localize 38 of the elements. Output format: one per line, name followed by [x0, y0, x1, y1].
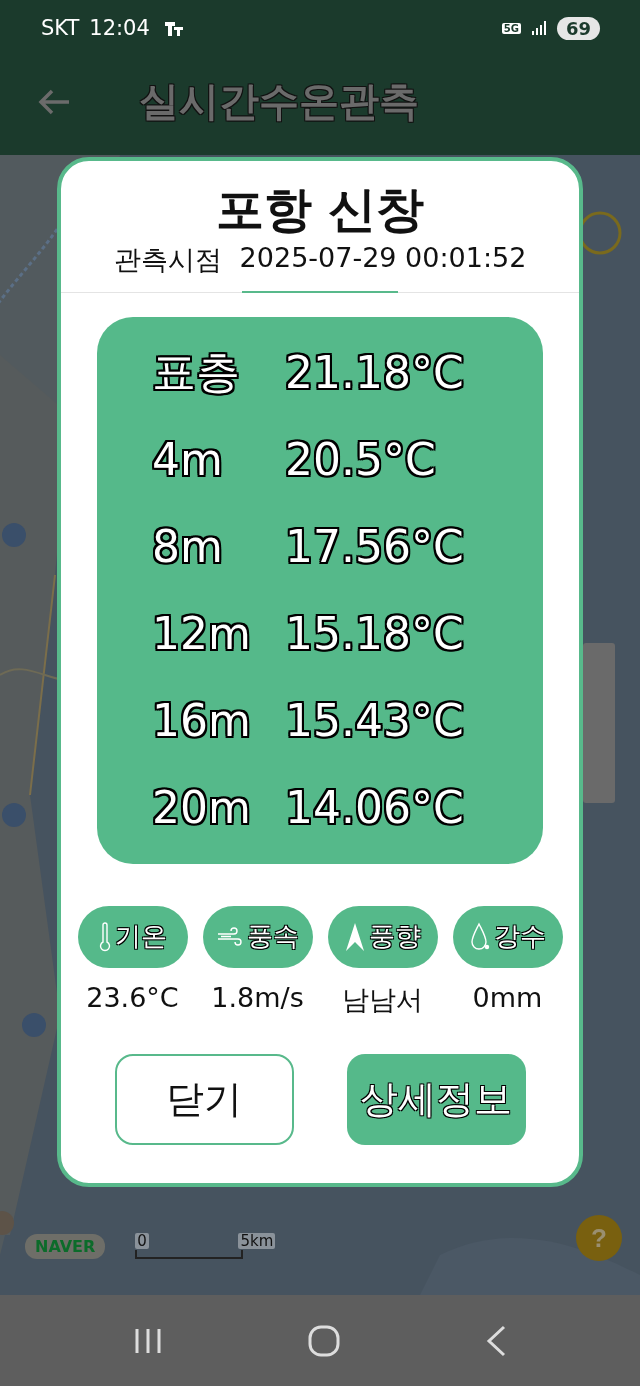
- depth-label: 16m: [151, 695, 252, 747]
- back-icon[interactable]: [485, 1324, 508, 1357]
- weather-value: 남남서: [342, 982, 423, 1017]
- page-title: 실시간수온관측: [139, 77, 419, 126]
- temperature-value: 21.18°C: [285, 347, 464, 399]
- temperature-value: 15.43°C: [285, 695, 464, 747]
- signal-icon: [530, 20, 547, 36]
- weather-value: 23.6°C: [86, 981, 179, 1013]
- weather-label: 풍속: [246, 920, 299, 954]
- depth-label: 20m: [151, 782, 252, 834]
- depth-label: 4m: [151, 434, 224, 486]
- weather-value: 1.8m/s: [211, 981, 304, 1013]
- app-notification-icon: [163, 19, 184, 37]
- network-text: 5G: [501, 22, 521, 34]
- details-button[interactable]: 상세정보: [346, 1053, 526, 1145]
- droplet-icon: [469, 921, 490, 952]
- battery-indicator: 69: [556, 16, 600, 40]
- wind-icon: [216, 926, 243, 947]
- back-arrow-icon[interactable]: [37, 87, 71, 116]
- observation-label: 관측시점: [113, 242, 222, 277]
- station-name: 포항 신창: [215, 183, 425, 236]
- clock-text: 12:04: [89, 16, 150, 40]
- temperature-value: 15.18°C: [285, 608, 464, 660]
- depth-label: 8m: [151, 521, 224, 573]
- weather-value: 0mm: [472, 981, 543, 1013]
- weather-label: 기온: [114, 920, 167, 954]
- depth-label: 12m: [151, 608, 252, 660]
- weather-label: 풍향: [368, 920, 421, 954]
- temperature-value: 20.5°C: [285, 434, 436, 486]
- close-button[interactable]: 닫기: [114, 1053, 294, 1145]
- temperature-value: 17.56°C: [285, 521, 464, 573]
- observation-time: 2025-07-29 00:01:52: [239, 241, 527, 275]
- weather-label: 강수: [493, 920, 546, 954]
- home-icon[interactable]: [308, 1324, 340, 1357]
- depth-label: 표층: [151, 345, 241, 400]
- carrier-text: SKT: [41, 16, 80, 40]
- temperature-value: 14.06°C: [285, 782, 464, 834]
- thermometer-icon: [98, 921, 111, 952]
